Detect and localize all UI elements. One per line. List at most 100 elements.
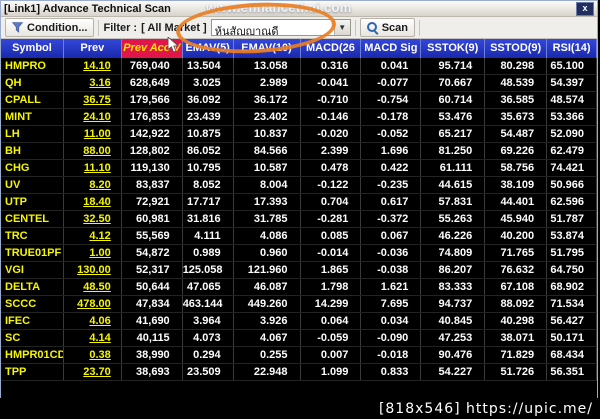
cell-symbol[interactable]: BH — [1, 143, 64, 159]
cell-prev-acc-v: 47,834 — [122, 296, 183, 312]
cell-prev[interactable]: 478.00 — [64, 296, 122, 312]
table-row[interactable]: MINT 24.10 176,853 23.439 23.402 -0.146 -0.178… — [1, 109, 597, 126]
cell-rsi: 74.421 — [547, 160, 597, 176]
cell-macd: 0.704 — [301, 194, 362, 210]
table-row[interactable]: UV 8.20 83,837 8.052 8.004 -0.122 -0.235 44.615… — [1, 177, 597, 194]
cell-symbol[interactable]: QH — [1, 75, 64, 91]
column-header-sstod[interactable]: SSTOD(9) — [485, 39, 548, 58]
table-row[interactable]: SCCC 478.00 47,834 463.144 449.260 14.299 7.69… — [1, 296, 597, 313]
table-row[interactable]: QH 3.16 628,649 3.025 2.989 -0.041 -0.077 70.66… — [1, 75, 597, 92]
cell-macd-sig: 0.422 — [361, 160, 422, 176]
cell-prev[interactable]: 18.40 — [64, 194, 122, 210]
column-header-emav5[interactable]: EMAV(5) — [183, 39, 234, 58]
combobox-dropdown-button[interactable]: ▼ — [333, 20, 350, 35]
cell-emav5: 3.964 — [183, 313, 234, 329]
scan-button[interactable]: Scan — [359, 18, 416, 37]
cell-prev[interactable]: 0.38 — [64, 347, 122, 363]
cell-prev[interactable]: 3.16 — [64, 75, 122, 91]
cell-macd: -0.059 — [301, 330, 362, 346]
cell-sstok: 70.667 — [421, 75, 486, 91]
cell-prev[interactable]: 24.10 — [64, 109, 122, 125]
cell-symbol[interactable]: SCCC — [1, 296, 64, 312]
cell-symbol[interactable]: DELTA — [1, 279, 64, 295]
table-row[interactable]: CPALL 36.75 179,566 36.092 36.172 -0.710 -0.75… — [1, 92, 597, 109]
cell-symbol[interactable]: UV — [1, 177, 64, 193]
table-row[interactable]: CHG 11.10 119,130 10.795 10.587 0.478 0.422 61.… — [1, 160, 597, 177]
table-row[interactable]: LH 11.00 142,922 10.875 10.837 -0.020 -0.052 65… — [1, 126, 597, 143]
cell-emav5: 4.073 — [183, 330, 234, 346]
cell-sstod: 69.226 — [485, 143, 548, 159]
table-row[interactable]: DELTA 48.50 50,644 47.065 46.087 1.798 1.621 83… — [1, 279, 597, 296]
cell-emav10: 17.393 — [234, 194, 301, 210]
signal-filter-combobox[interactable]: หุ้นสัญญาณดี ▼ — [210, 19, 351, 36]
cell-symbol[interactable]: HMPR01CD — [1, 347, 64, 363]
table-row[interactable]: SC 4.14 40,115 4.073 4.067 -0.059 -0.090 47.253… — [1, 330, 597, 347]
table-row[interactable]: UTP 18.40 72,921 17.717 17.393 0.704 0.617 57.8… — [1, 194, 597, 211]
cell-symbol[interactable]: TRC — [1, 228, 64, 244]
table-row[interactable]: TRUE01PF 1.00 54,872 0.989 0.960 -0.014 -0.036… — [1, 245, 597, 262]
cell-prev-acc-v: 72,921 — [122, 194, 183, 210]
chevron-down-icon: ▼ — [338, 23, 347, 32]
cell-symbol[interactable]: CHG — [1, 160, 64, 176]
column-header-macd-sig[interactable]: MACD Sig — [361, 39, 422, 58]
cell-prev[interactable]: 32.50 — [64, 211, 122, 227]
column-header-prev[interactable]: Prev — [64, 39, 122, 58]
table-row[interactable]: TRC 4.12 55,569 4.111 4.086 0.085 0.067 46.226 4… — [1, 228, 597, 245]
table-row[interactable]: TPP 23.70 38,693 23.509 22.948 1.099 0.833 54.2… — [1, 364, 597, 381]
cell-symbol[interactable]: SC — [1, 330, 64, 346]
cell-prev[interactable]: 11.10 — [64, 160, 122, 176]
cell-emav5: 10.795 — [183, 160, 234, 176]
cell-prev[interactable]: 4.14 — [64, 330, 122, 346]
cell-sstok: 47.253 — [421, 330, 486, 346]
column-header-prev-acc-v[interactable]: Prev Acc V — [121, 39, 183, 58]
cell-prev[interactable]: 1.00 — [64, 245, 122, 261]
table-row[interactable]: HMPR01CD 0.38 38,990 0.294 0.255 0.007 -0.018 9… — [1, 347, 597, 364]
column-header-macd[interactable]: MACD(26 — [301, 39, 362, 58]
cell-symbol[interactable]: CENTEL — [1, 211, 64, 227]
table-row[interactable]: VGI 130.00 52,317 125.058 121.960 1.865 -0.038… — [1, 262, 597, 279]
cell-emav5: 8.052 — [183, 177, 234, 193]
cell-prev-acc-v: 50,644 — [122, 279, 183, 295]
cell-prev[interactable]: 4.06 — [64, 313, 122, 329]
column-header-emav10[interactable]: EMAV(10) — [234, 39, 301, 58]
cell-symbol[interactable]: IFEC — [1, 313, 64, 329]
column-header-rsi[interactable]: RSI(14) — [547, 39, 597, 58]
title-bar: [Link1] Advance Technical Scan x — [1, 1, 597, 17]
cell-prev[interactable]: 88.00 — [64, 143, 122, 159]
cell-emav5: 47.065 — [183, 279, 234, 295]
column-header-symbol[interactable]: Symbol — [1, 39, 64, 58]
table-row[interactable]: BH 88.00 128,802 86.052 84.566 2.399 1.696 81.2… — [1, 143, 597, 160]
cell-rsi: 54.397 — [547, 75, 597, 91]
cell-prev[interactable]: 23.70 — [64, 364, 122, 380]
cell-rsi: 53.874 — [547, 228, 597, 244]
cell-prev[interactable]: 14.10 — [64, 58, 122, 74]
cell-prev[interactable]: 4.12 — [64, 228, 122, 244]
cell-prev-acc-v: 83,837 — [122, 177, 183, 193]
cell-prev[interactable]: 130.00 — [64, 262, 122, 278]
cell-prev[interactable]: 11.00 — [64, 126, 122, 142]
cell-macd: 1.798 — [301, 279, 362, 295]
cell-symbol[interactable]: VGI — [1, 262, 64, 278]
cell-symbol[interactable]: UTP — [1, 194, 64, 210]
cell-macd-sig: 0.067 — [361, 228, 422, 244]
table-row[interactable]: CENTEL 32.50 60,981 31.816 31.785 -0.281 -0.37… — [1, 211, 597, 228]
cell-symbol[interactable]: CPALL — [1, 92, 64, 108]
cell-symbol[interactable]: TRUE01PF — [1, 245, 64, 261]
cell-symbol[interactable]: MINT — [1, 109, 64, 125]
cell-emav5: 36.092 — [183, 92, 234, 108]
cell-prev-acc-v: 40,115 — [122, 330, 183, 346]
column-header-sstok[interactable]: SSTOK(9) — [421, 39, 486, 58]
cell-prev[interactable]: 48.50 — [64, 279, 122, 295]
condition-button[interactable]: Condition... — [5, 18, 95, 37]
cell-macd-sig: 7.695 — [361, 296, 422, 312]
cell-symbol[interactable]: HMPRO — [1, 58, 64, 74]
cell-prev[interactable]: 36.75 — [64, 92, 122, 108]
close-button[interactable]: x — [576, 1, 594, 16]
cell-prev[interactable]: 8.20 — [64, 177, 122, 193]
cell-symbol[interactable]: TPP — [1, 364, 64, 380]
cell-symbol[interactable]: LH — [1, 126, 64, 142]
cell-macd-sig: 0.034 — [361, 313, 422, 329]
cell-macd-sig: 1.621 — [361, 279, 422, 295]
table-row[interactable]: IFEC 4.06 41,690 3.964 3.926 0.064 0.034 40.845… — [1, 313, 597, 330]
table-row[interactable]: HMPRO 14.10 769,040 13.504 13.058 0.316 0.041 9… — [1, 58, 597, 75]
